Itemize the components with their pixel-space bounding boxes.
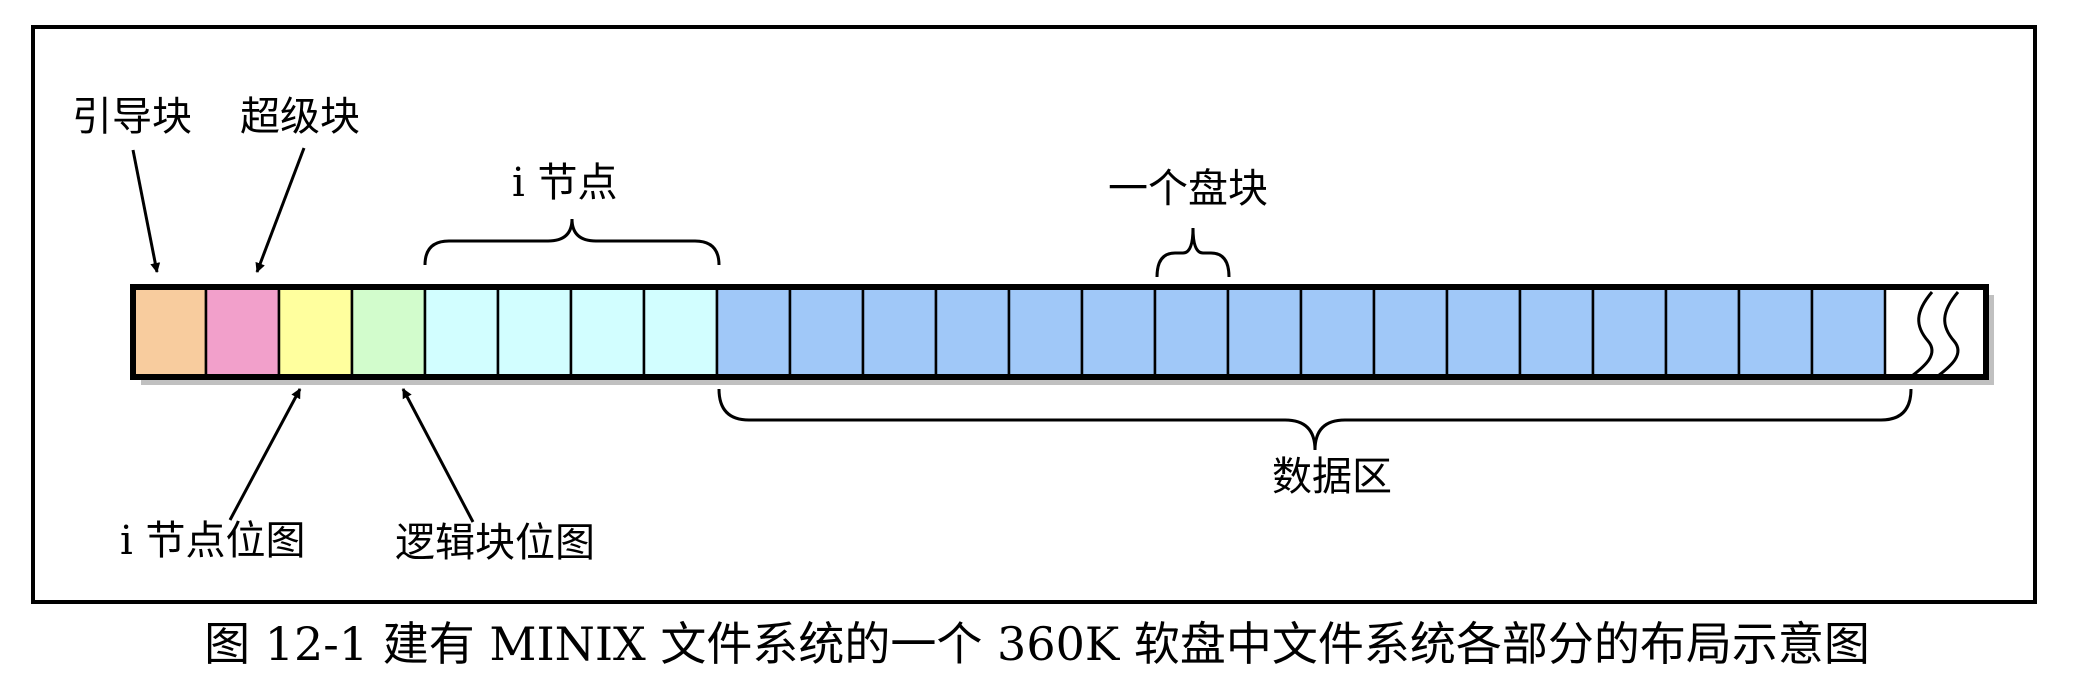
inode-bitmap-arrow	[228, 388, 302, 521]
zone-bitmap-label: 逻辑块位图	[395, 520, 595, 566]
inode-block	[642, 285, 719, 379]
data-block	[715, 285, 792, 379]
data-block	[1080, 285, 1157, 379]
one-block-label: 一个盘块	[1108, 166, 1268, 212]
data-block	[1372, 285, 1449, 379]
data-block	[1445, 285, 1522, 379]
inode-bitmap-label: i 节点位图	[120, 518, 306, 564]
data-block	[1299, 285, 1376, 379]
data-block	[1737, 285, 1814, 379]
minix-fs-layout-diagram: 引导块 超级块 i 节点 一个盘块 数据区 i 节点位图 逻辑块位图 图 12-…	[31, 25, 2037, 671]
data-block	[934, 285, 1011, 379]
data-block	[1664, 285, 1741, 379]
inode-block	[423, 285, 500, 379]
inodes-label: i 节点	[512, 160, 618, 206]
super-block-arrow	[255, 147, 306, 273]
data-block	[1810, 285, 1887, 379]
inode-block	[496, 285, 573, 379]
data-area-label: 数据区	[1272, 454, 1392, 500]
data-block	[1518, 285, 1595, 379]
boot-block-arrow	[131, 149, 161, 273]
data-block	[861, 285, 938, 379]
data-area-brace	[717, 388, 1913, 451]
data-block	[1591, 285, 1668, 379]
data-block	[1153, 285, 1230, 379]
data-block	[788, 285, 865, 379]
one-block-brace	[1155, 227, 1231, 278]
boot-block-label: 引导块	[72, 94, 192, 140]
super-block-label: 超级块	[240, 94, 360, 140]
inode-block	[569, 285, 646, 379]
figure-caption: 图 12-1 建有 MINIX 文件系统的一个 360K 软盘中文件系统各部分的…	[204, 617, 1870, 671]
inodes-brace	[423, 218, 721, 266]
zone-bitmap-block	[350, 285, 427, 379]
zone-bitmap-arrow	[401, 388, 475, 523]
disk-strip	[130, 284, 1994, 385]
data-block	[1226, 285, 1303, 379]
inode-bitmap-block	[277, 285, 354, 379]
super-block	[204, 285, 281, 379]
data-block	[1007, 285, 1084, 379]
boot-block	[131, 285, 208, 379]
